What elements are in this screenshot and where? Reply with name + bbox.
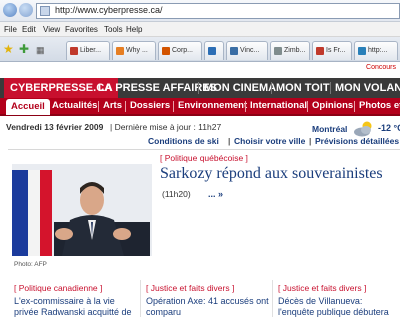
column-divider [140,280,141,317]
menu-help[interactable]: Help [126,25,142,34]
add-favorite-icon[interactable]: ✚ [19,43,29,55]
address-bar[interactable]: http://www.cyberpresse.ca/ [36,3,400,19]
section-opinions[interactable]: Opinions [312,98,353,114]
tab-1[interactable]: Liber... [66,41,110,60]
tab-favicon-icon [116,47,124,55]
story-title-line: Opération Axe: 41 accusés ont [146,296,269,306]
nav-divider [271,82,272,94]
contest-link[interactable]: Concours [366,64,396,71]
address-row: http://www.cyberpresse.ca/ [0,0,400,22]
section-actualites[interactable]: Actualités [52,98,97,114]
story-1-kicker[interactable]: [ Politique canadienne ] [14,283,102,293]
menu-bar: File Edit View Favorites Tools Help [0,22,400,37]
tab-favicon-icon [70,47,78,55]
nav-divider [330,82,331,94]
sarkozy-photo-icon [12,164,152,256]
favorites-star-icon[interactable]: ★ [3,43,14,55]
story-title-line: L'ex-commissaire à la vie [14,296,115,306]
tab-3[interactable]: Corp... [158,41,202,60]
tab-label: Zimb... [284,47,306,54]
story-3-kicker[interactable]: [ Justice et faits divers ] [278,283,366,293]
back-icon[interactable] [3,3,17,17]
menu-edit[interactable]: Edit [22,25,36,34]
link-conditions-ski[interactable]: Conditions de ski [148,136,219,146]
tab-6[interactable]: Zimb... [270,41,310,60]
section-accueil[interactable]: Accueil [6,99,50,115]
story-title-line: comparu [146,307,182,317]
weather-city[interactable]: Montréal [312,124,347,134]
tab-favicon-icon [274,47,282,55]
content-divider [8,149,400,150]
tab-label: Is Fr... [326,47,346,54]
section-divider [354,101,355,112]
web-page: Concours CYBERPRESSE.CA LA PRESSE AFFAIR… [0,62,400,317]
menu-view[interactable]: View [43,25,60,34]
menu-tools[interactable]: Tools [104,25,123,34]
tab-favicon-icon [358,47,366,55]
nav-mon-volant[interactable]: MON VOLANT [335,78,400,98]
browser-chrome: http://www.cyberpresse.ca/ File Edit Vie… [0,0,400,62]
weather-temperature: -12 °C [378,123,400,133]
link-separator: | [309,136,312,146]
tab-4[interactable] [204,41,224,60]
link-separator: | [228,136,231,146]
tab-bar: ★ ✚ ▦ Liber... Why ... Corp... Vinc... Z… [0,37,400,62]
tab-favicon-icon [230,47,238,55]
current-date: Vendredi 13 février 2009 [6,122,104,132]
brand-bar: CYBERPRESSE.CA LA PRESSE AFFAIRES MON CI… [0,78,400,98]
tab-label: http:... [368,47,388,54]
tab-favicon-icon [208,47,216,55]
photo-credit: Photo: AFP [14,261,47,268]
lead-time: (11h20) [162,189,191,199]
nav-la-presse-affaires[interactable]: LA PRESSE AFFAIRES [98,78,217,98]
lead-headline[interactable]: Sarkozy répond aux souverainistes [160,165,383,183]
story-3-title[interactable]: Décès de Villanueva: l'enquête publique … [278,296,389,317]
nav-mon-toit[interactable]: MON TOIT [276,78,330,98]
forward-icon[interactable] [19,3,33,17]
nav-divider [198,82,199,94]
tab-label: Why ... [126,47,148,54]
weather-links: Conditions de ski | Choisir votre ville … [0,134,400,148]
section-international[interactable]: International [250,98,307,114]
page-favicon-icon [40,6,50,16]
tab-5[interactable]: Vinc... [226,41,268,60]
tab-list-icon[interactable]: ▦ [36,44,45,56]
section-dossiers[interactable]: Dossiers [130,98,170,114]
section-divider [307,101,308,112]
tab-label: Corp... [172,47,194,54]
section-divider [98,101,99,112]
link-previsions[interactable]: Prévisions détaillées [315,136,399,146]
menu-file[interactable]: File [4,25,17,34]
address-url[interactable]: http://www.cyberpresse.ca/ [55,5,163,15]
story-title-line: privée Radwanski acquitté de [14,307,132,317]
section-divider [173,101,174,112]
tab-label: Vinc... [240,47,260,54]
section-divider [245,101,246,112]
tab-favicon-icon [162,47,170,55]
story-2-title[interactable]: Opération Axe: 41 accusés ont comparu [146,296,269,317]
story-1-title[interactable]: L'ex-commissaire à la vie privée Radwans… [14,296,132,317]
story-title-line: l'enquête publique débutera [278,307,389,317]
section-nav: Accueil Actualités Arts Dossiers Environ… [0,98,400,116]
lead-photo[interactable] [12,164,152,256]
nav-mon-cinema[interactable]: MON CINEMA [204,78,276,98]
section-photos[interactable]: Photos et [359,98,400,114]
story-2-kicker[interactable]: [ Justice et faits divers ] [146,283,234,293]
column-divider [272,280,273,317]
section-arts[interactable]: Arts [103,98,122,114]
lead-more-link[interactable]: ... » [208,189,223,199]
tab-2[interactable]: Why ... [112,41,156,60]
tab-favicon-icon [316,47,324,55]
section-divider [125,101,126,112]
tab-8[interactable]: http:... [354,41,398,60]
tab-7[interactable]: Is Fr... [312,41,352,60]
section-environnement[interactable]: Environnement [178,98,247,114]
tab-label: Liber... [80,47,102,54]
story-title-line: Décès de Villanueva: [278,296,363,306]
last-update: | Dernière mise à jour : 11h27 [110,122,222,132]
link-choisir-ville[interactable]: Choisir votre ville [234,136,305,146]
menu-favorites[interactable]: Favorites [65,25,98,34]
lead-kicker[interactable]: [ Politique québécoise ] [160,153,248,163]
